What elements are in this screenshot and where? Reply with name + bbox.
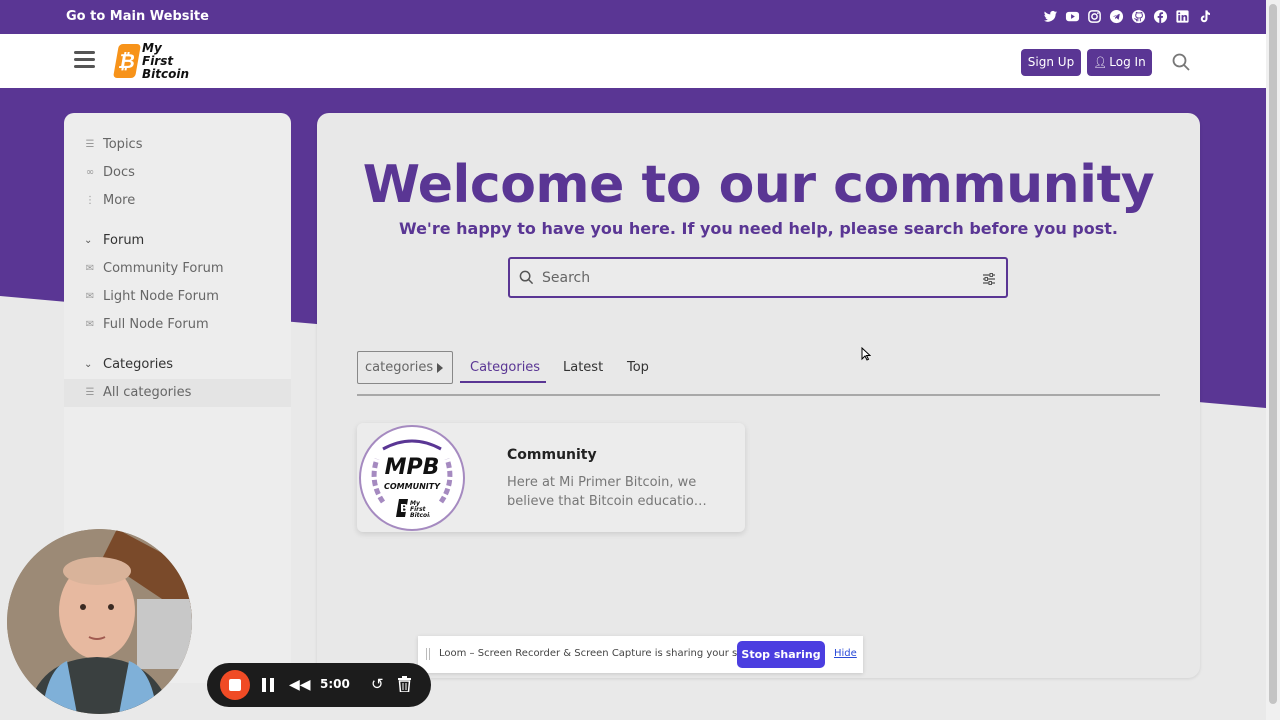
envelope-icon: ✉ (85, 290, 95, 302)
restart-icon[interactable]: ↺ (371, 675, 384, 693)
bitcoin-logo-icon: ₿ (113, 44, 141, 78)
stop-recording-button[interactable] (220, 670, 250, 700)
recorder-controls: ◀◀ 5:00 ↺ (207, 663, 431, 707)
categories-dropdown[interactable]: categories (357, 351, 453, 384)
envelope-icon: ✉ (85, 262, 95, 274)
page-title: Welcome to our community (362, 155, 1155, 215)
sidebar-item-more[interactable]: ⋮ More (84, 190, 135, 210)
chevron-down-icon: ⌄ (84, 358, 93, 370)
category-card-community[interactable]: MPB COMMUNITY BMyFirstBitcoin Community … (357, 423, 745, 532)
top-bar: Go to Main Website (0, 0, 1280, 34)
page-subtitle: We're happy to have you here. If you nee… (399, 219, 1118, 238)
webcam-bubble[interactable] (7, 529, 192, 714)
filter-sliders-icon[interactable] (982, 271, 996, 285)
tiktok-icon[interactable] (1197, 9, 1212, 24)
bitcoin-logo-icon: BMyFirstBitcoin (396, 497, 434, 519)
sidebar-section-categories[interactable]: ⌄ Categories (84, 354, 173, 374)
rewind-icon[interactable]: ◀◀ (289, 677, 311, 693)
log-in-button[interactable]: 👤︎ Log In (1087, 49, 1152, 76)
sidebar-item-community-forum[interactable]: ✉ Community Forum (84, 258, 224, 278)
pause-icon[interactable] (262, 678, 274, 692)
tab-top[interactable]: Top (627, 360, 649, 375)
github-icon[interactable] (1131, 9, 1146, 24)
page-scrollbar[interactable] (1266, 0, 1280, 720)
chevron-down-icon: ⌄ (84, 234, 93, 246)
svg-text:B: B (400, 502, 408, 515)
mouse-cursor-icon (861, 346, 872, 365)
loom-sharing-bar: Loom – Screen Recorder & Screen Capture … (418, 636, 863, 673)
sidebar-section-forum[interactable]: ⌄ Forum (84, 230, 144, 250)
sidebar-item-docs[interactable]: ∞ Docs (84, 162, 135, 182)
category-title[interactable]: Community (507, 447, 597, 463)
caret-right-icon (437, 363, 443, 373)
stop-icon (229, 679, 241, 691)
linkedin-icon[interactable] (1175, 9, 1190, 24)
user-icon: 👤︎ (1093, 56, 1108, 69)
trash-icon[interactable] (398, 676, 411, 693)
active-tab-indicator (460, 381, 546, 383)
layers-icon: ☰ (85, 138, 95, 150)
stop-sharing-button[interactable]: Stop sharing (737, 641, 825, 668)
link-icon: ∞ (85, 166, 95, 178)
list-icon: ☰ (85, 386, 95, 398)
search-box[interactable] (508, 257, 1008, 298)
sidebar-item-light-node-forum[interactable]: ✉ Light Node Forum (84, 286, 219, 306)
youtube-icon[interactable] (1065, 9, 1080, 24)
sidebar-item-topics[interactable]: ☰ Topics (84, 134, 143, 154)
category-logo: MPB COMMUNITY BMyFirstBitcoin (359, 425, 465, 531)
dots-vertical-icon: ⋮ (85, 194, 95, 206)
social-icons (1043, 9, 1212, 24)
hamburger-menu-icon[interactable] (74, 51, 95, 69)
facebook-icon[interactable] (1153, 9, 1168, 24)
tab-latest[interactable]: Latest (563, 360, 603, 375)
main-content-card: Welcome to our community We're happy to … (317, 113, 1200, 678)
twitter-icon[interactable] (1043, 9, 1058, 24)
envelope-icon: ✉ (85, 318, 95, 330)
site-header: ₿ My First Bitcoin Sign Up 👤︎ Log In (0, 34, 1266, 88)
search-input[interactable] (542, 267, 962, 289)
loom-sharing-message: Loom – Screen Recorder & Screen Capture … (439, 648, 769, 659)
nav-divider (357, 394, 1160, 396)
sign-up-button[interactable]: Sign Up (1021, 49, 1081, 76)
hide-link[interactable]: Hide (834, 648, 857, 659)
recording-timer: 5:00 (320, 677, 350, 691)
sidebar-item-all-categories[interactable]: ☰ All categories (84, 382, 192, 402)
tab-categories[interactable]: Categories (470, 360, 540, 375)
drag-handle-icon[interactable] (426, 648, 430, 660)
logo-text: My First Bitcoin (142, 41, 190, 81)
site-logo[interactable]: ₿ My First Bitcoin (113, 41, 190, 82)
svg-text:Bitcoin: Bitcoin (410, 512, 430, 519)
search-icon (519, 270, 534, 285)
search-icon[interactable] (1172, 53, 1190, 71)
telegram-icon[interactable] (1109, 9, 1124, 24)
sidebar-item-full-node-forum[interactable]: ✉ Full Node Forum (84, 314, 209, 334)
instagram-icon[interactable] (1087, 9, 1102, 24)
category-description: Here at Mi Primer Bitcoin, we believe th… (507, 475, 707, 509)
main-website-link[interactable]: Go to Main Website (66, 9, 209, 24)
